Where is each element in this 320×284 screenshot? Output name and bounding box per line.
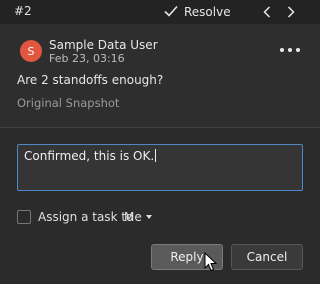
avatar: S xyxy=(20,40,42,62)
comment-author: Sample Data User xyxy=(49,38,158,52)
comment-message: Are 2 standoffs enough? xyxy=(17,73,164,87)
resolve-button[interactable]: Resolve xyxy=(164,1,231,23)
reply-text-field[interactable]: Confirmed, this is OK. xyxy=(17,144,303,191)
check-icon xyxy=(164,5,178,20)
text-caret xyxy=(155,149,157,162)
more-options-button[interactable] xyxy=(280,44,300,56)
next-comment-button[interactable] xyxy=(280,1,302,23)
chevron-right-icon xyxy=(287,6,295,18)
assignee-value: Me xyxy=(124,210,142,224)
comment-date: Feb 23, 03:16 xyxy=(49,52,125,65)
assignee-dropdown[interactable]: Me xyxy=(124,210,152,224)
original-snapshot-link[interactable]: Original Snapshot xyxy=(17,96,119,110)
mouse-cursor-icon xyxy=(204,252,218,272)
assign-task-checkbox[interactable] xyxy=(17,210,31,224)
assign-task-label: Assign a task to xyxy=(38,210,134,224)
more-icon xyxy=(280,48,284,52)
comment-header-bar: #2 Resolve xyxy=(0,0,320,24)
reply-text: Confirmed, this is OK. xyxy=(24,149,155,163)
chevron-left-icon xyxy=(263,6,271,18)
resolve-label: Resolve xyxy=(184,5,231,19)
cancel-button[interactable]: Cancel xyxy=(231,244,303,270)
caret-down-icon xyxy=(145,215,152,219)
previous-comment-button[interactable] xyxy=(256,1,278,23)
comment-number: #2 xyxy=(14,4,32,18)
